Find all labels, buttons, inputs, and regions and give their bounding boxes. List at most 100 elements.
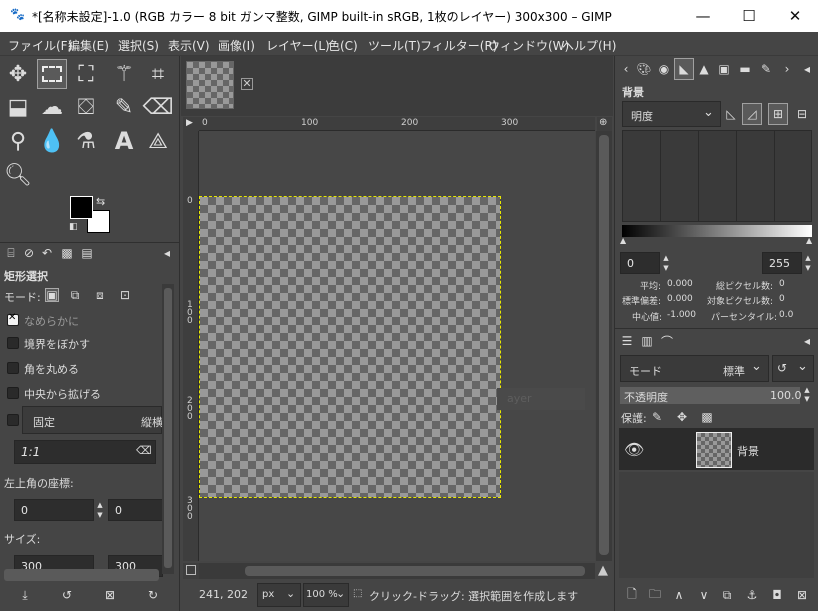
eraser-tool-icon[interactable]: ⌫ [142, 92, 173, 122]
linear-histogram-icon[interactable]: ◺ [724, 107, 738, 121]
swap-colors-icon[interactable]: ⇆ [96, 195, 105, 208]
tab-scroll-left-icon[interactable]: ‹ [619, 62, 633, 76]
position-x-field[interactable]: 0 [14, 499, 94, 521]
expand-from-center-checkbox[interactable] [7, 387, 19, 399]
rounded-corners-checkbox[interactable] [7, 362, 19, 374]
menu-view[interactable]: 表示(V) [168, 37, 210, 54]
vertical-scrollbar[interactable] [596, 131, 612, 561]
zoom-to-fit-icon[interactable]: ⊕ [597, 117, 612, 131]
restore-preset-icon[interactable]: ↺ [60, 588, 74, 602]
fixed-checkbox[interactable] [7, 414, 19, 426]
position-x-spinner-icon[interactable]: ▲ ▼ [94, 500, 106, 520]
dodge-tool-icon[interactable]: ⚗ [71, 126, 101, 156]
menu-tools[interactable]: ツール(T) [368, 37, 421, 54]
new-layer-group-icon[interactable]: 🗀︎ [648, 587, 662, 602]
mode-intersect-icon[interactable]: ⊡ [118, 288, 132, 302]
color-tab-icon[interactable]: ▲ [697, 62, 711, 76]
menu-filters[interactable]: フィルター(R) [420, 37, 497, 54]
menu-select[interactable]: 選択(S) [118, 37, 159, 54]
minimize-button[interactable]: — [680, 0, 726, 32]
brushes-tab-icon[interactable]: 🎨︎ [636, 62, 651, 76]
unit-dropdown[interactable]: px ⌄ [257, 583, 301, 607]
paths-panel-tab-icon[interactable]: ⌒ [660, 334, 674, 349]
close-image-tab-icon[interactable]: ✕ [241, 78, 253, 90]
layer-name[interactable]: 背景 [737, 443, 759, 459]
menu-layer[interactable]: レイヤー(L) [266, 37, 330, 54]
opacity-slider[interactable]: 不透明度 100.0 [620, 387, 802, 404]
histogram-bars-icon[interactable]: ⊟ [795, 107, 809, 121]
tool-options-tab-icon[interactable]: ⌸ [4, 246, 18, 260]
ruler-corner-icon[interactable]: ▶ [183, 117, 199, 131]
tab-scroll-right-icon[interactable]: › [780, 62, 794, 76]
ratio-field[interactable]: 1:1 [14, 440, 156, 464]
channels-tab-icon[interactable]: ▥ [640, 334, 654, 348]
text-tool-icon[interactable]: A [109, 126, 139, 156]
log-histogram-button[interactable]: ◿ [742, 103, 762, 125]
bucket-fill-tool-icon[interactable]: ⛋ [71, 92, 101, 122]
mode-subtract-icon[interactable]: ⧈ [93, 288, 107, 302]
horizontal-scrollbar[interactable] [199, 563, 595, 579]
menu-help[interactable]: ヘルプ(H) [562, 37, 616, 54]
brush-editor-tab-icon[interactable]: ✎ [759, 62, 773, 76]
mode-add-icon[interactable]: ⧉ [68, 288, 82, 302]
navigate-icon[interactable]: ▲ [597, 563, 612, 579]
eye-icon[interactable]: 👁︎ [624, 440, 644, 459]
histogram-view-button[interactable]: ⊞ [768, 103, 788, 125]
image-tab-thumbnail[interactable] [186, 61, 234, 109]
move-tool-icon[interactable]: ✥ [3, 59, 33, 89]
histogram-graph[interactable] [622, 130, 812, 222]
opacity-spinner-icon[interactable]: ▲ ▼ [801, 386, 813, 404]
tool-options-hscrollbar[interactable] [4, 569, 159, 581]
clone-tool-icon[interactable]: ⚲ [3, 126, 33, 156]
smudge-tool-icon[interactable]: 💧 [37, 126, 67, 156]
tool-options-scrollbar[interactable] [162, 284, 174, 574]
free-select-tool-icon[interactable]: ⛶ [71, 59, 101, 89]
undo-history-tab-icon[interactable]: ↶ [40, 246, 54, 260]
configure-layers-icon[interactable]: ◂ [800, 334, 814, 348]
lock-alpha-icon[interactable]: ▩ [700, 410, 714, 424]
layer-mode-dropdown[interactable]: モード 標準 ⌄ [620, 355, 769, 382]
histogram-tab[interactable]: ◣ [674, 58, 694, 80]
configure-tab-icon[interactable]: ◂ [160, 246, 174, 260]
mode-replace-icon[interactable]: ▣ [45, 288, 59, 302]
range-min-handle-icon[interactable]: ▲ [620, 236, 626, 245]
paths-tab-icon[interactable]: ◉ [657, 62, 671, 76]
composite-mode-dropdown[interactable]: ↺ ⌄ [772, 355, 814, 382]
menu-edit[interactable]: 編集(E) [68, 37, 109, 54]
crop-tool-icon[interactable]: ⌗ [143, 59, 173, 89]
reset-icon[interactable]: ↻ [146, 588, 160, 602]
path-tool-icon[interactable]: ⟁ [143, 126, 173, 156]
range-max-field[interactable]: 255 [762, 252, 802, 274]
menu-colors[interactable]: 色(C) [328, 37, 358, 54]
lock-position-icon[interactable]: ✥ [675, 410, 689, 424]
warp-transform-tool-icon[interactable]: ☁ [37, 92, 67, 122]
save-preset-icon[interactable]: ⤓ [18, 588, 32, 602]
menu-windows[interactable]: ウィンドウ(W) [488, 37, 569, 54]
close-button[interactable]: ✕ [772, 0, 818, 32]
quick-mask-icon[interactable] [183, 563, 199, 579]
range-max-spinner-icon[interactable]: ▲ ▼ [802, 253, 814, 273]
paintbrush-tool-icon[interactable]: ✎ [109, 92, 139, 122]
default-colors-icon[interactable]: ◧ [69, 222, 78, 232]
delete-layer-icon[interactable]: ⊠ [795, 588, 809, 602]
device-status-tab-icon[interactable]: ⊘ [22, 246, 36, 260]
unified-transform-tool-icon[interactable]: ⬓ [3, 92, 33, 122]
gradient-tab-icon[interactable]: ▤ [80, 246, 94, 260]
mask-layer-icon[interactable]: ◘ [770, 588, 784, 602]
range-max-handle-icon[interactable]: ▲ [806, 236, 812, 245]
fixed-dropdown[interactable]: 固定 縦横 [22, 406, 163, 434]
range-min-spinner-icon[interactable]: ▲ ▼ [660, 253, 672, 273]
anchor-layer-icon[interactable]: ⚓︎ [745, 588, 759, 602]
new-layer-icon[interactable]: 🗋︎ [625, 587, 639, 602]
range-min-field[interactable]: 0 [620, 252, 660, 274]
feather-checkbox[interactable] [7, 337, 19, 349]
lower-layer-icon[interactable]: ∨ [697, 588, 711, 602]
images-tab-icon[interactable]: ▣ [717, 62, 731, 76]
fonts-tab-icon[interactable]: ▬ [738, 62, 752, 76]
lock-pixels-icon[interactable]: ✎ [650, 410, 664, 424]
raise-layer-icon[interactable]: ∧ [672, 588, 686, 602]
image-canvas[interactable] [199, 196, 501, 498]
delete-preset-icon[interactable]: ⊠ [103, 588, 117, 602]
fuzzy-select-tool-icon[interactable]: ⚚ [109, 59, 139, 89]
clear-icon[interactable]: ⌫ [136, 444, 152, 457]
